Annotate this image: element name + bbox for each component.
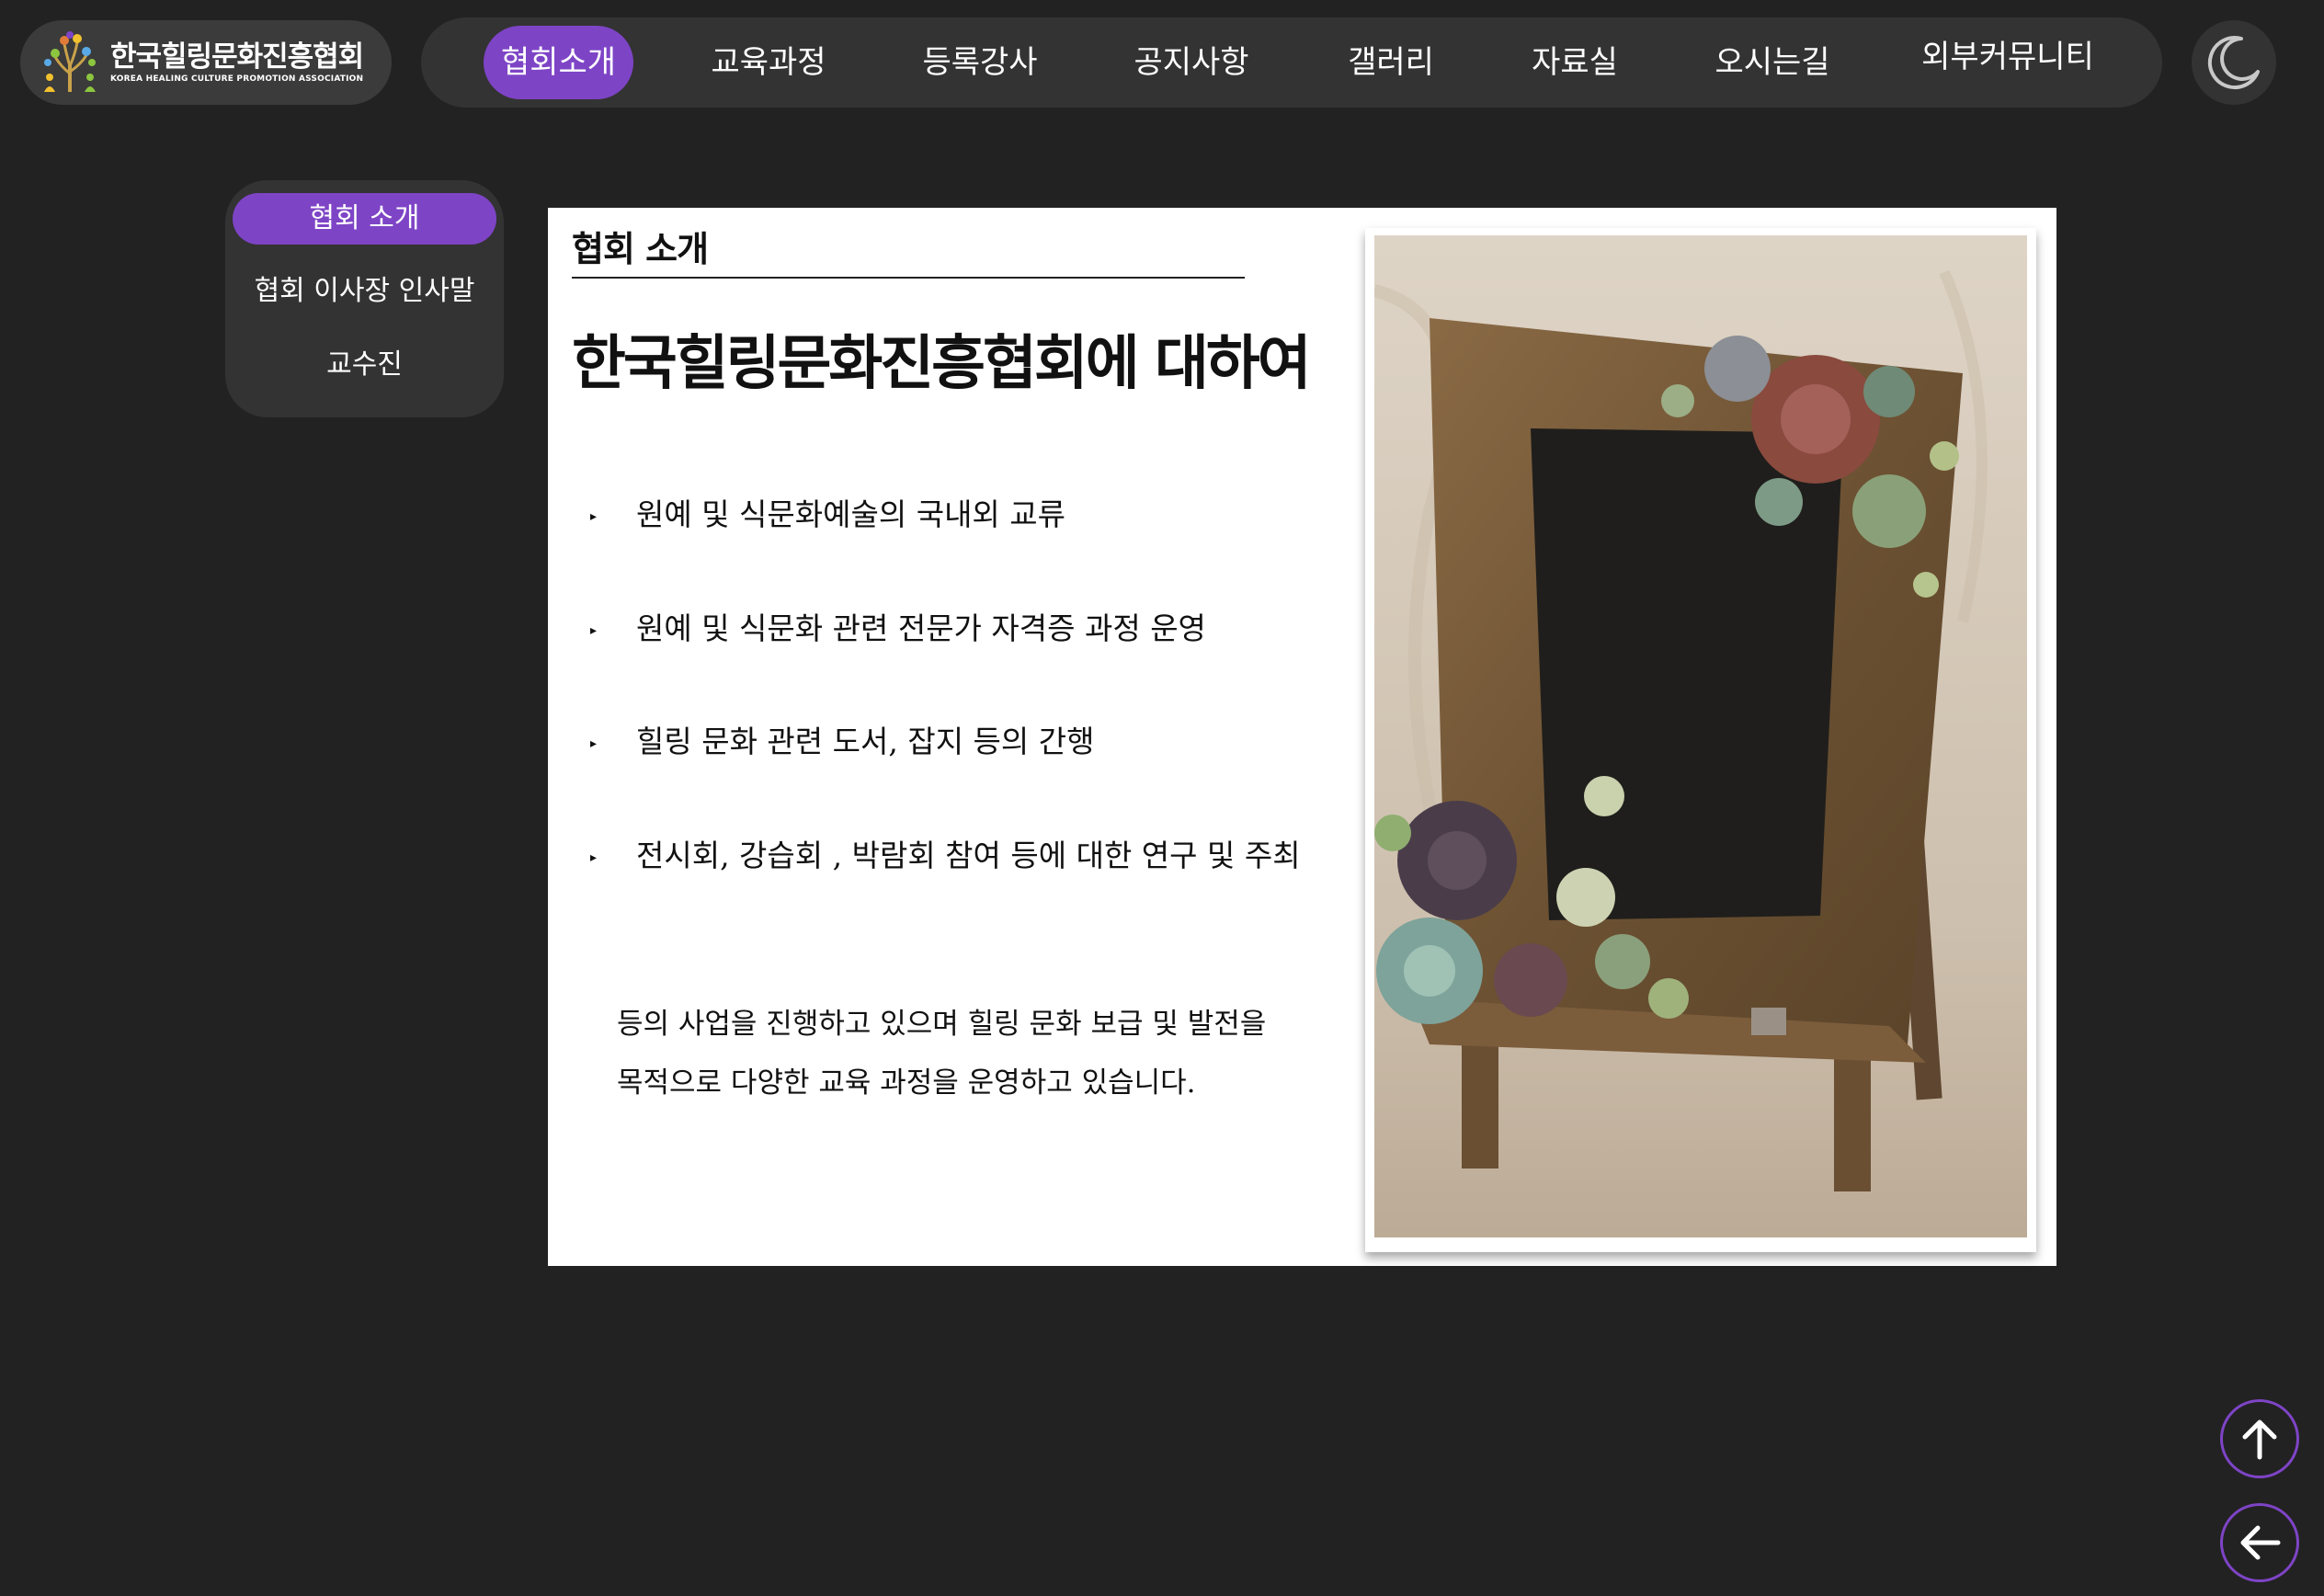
bullet-text: 원예 및 식문화예술의 국내외 교류 bbox=[636, 496, 1065, 532]
title-divider bbox=[572, 277, 1245, 279]
logo-text: 한국힐링문화진흥협회 KOREA HEALING CULTURE PROMOTI… bbox=[110, 40, 364, 85]
bullet-marker: ▸ bbox=[590, 850, 598, 865]
tree-people-icon bbox=[44, 31, 96, 92]
sidebar-item-about[interactable]: 협회 소개 bbox=[233, 193, 496, 245]
bullet-marker: ▸ bbox=[590, 623, 598, 638]
list-item: ▸ 원예 및 식문화 관련 전문가 자격증 과정 운영 bbox=[590, 604, 1206, 648]
section-title: 협회 소개 bbox=[572, 229, 709, 269]
bullet-text: 원예 및 식문화 관련 전문가 자격증 과정 운영 bbox=[636, 610, 1206, 646]
bullet-marker: ▸ bbox=[590, 736, 598, 751]
sidebar-item-faculty[interactable]: 교수진 bbox=[233, 339, 496, 391]
nav-item-instructors[interactable]: 등록강사 bbox=[906, 26, 1054, 99]
site-logo[interactable]: 한국힐링문화진흥협회 KOREA HEALING CULTURE PROMOTI… bbox=[20, 20, 392, 105]
scroll-top-button[interactable] bbox=[2220, 1399, 2299, 1478]
nav-item-community[interactable]: 외부커뮤니티 bbox=[1907, 20, 2109, 94]
nav-item-archive[interactable]: 자료실 bbox=[1515, 26, 1635, 99]
nav-item-notices[interactable]: 공지사항 bbox=[1118, 26, 1265, 99]
list-item: ▸ 원예 및 식문화예술의 국내외 교류 bbox=[590, 490, 1065, 534]
chalkboard-succulent-photo bbox=[1374, 235, 2027, 1237]
main-nav: 협회소개 교육과정 등록강사 공지사항 갤러리 자료실 오시는길 외부커뮤니티 bbox=[421, 17, 2162, 108]
sidebar-item-greeting[interactable]: 협회 이사장 인사말 bbox=[233, 266, 496, 317]
nav-item-gallery[interactable]: 갤러리 bbox=[1331, 26, 1451, 99]
photo-frame bbox=[1365, 228, 2036, 1252]
nav-item-about[interactable]: 협회소개 bbox=[484, 26, 633, 99]
back-button[interactable] bbox=[2220, 1503, 2299, 1582]
intro-paragraph: 등의 사업을 진행하고 있으며 힐링 문화 보급 및 발전을 목적으로 다양한 … bbox=[617, 995, 1266, 1112]
arrow-left-icon bbox=[2240, 1525, 2281, 1560]
bullet-marker: ▸ bbox=[590, 509, 598, 524]
paragraph-line: 등의 사업을 진행하고 있으며 힐링 문화 보급 및 발전을 bbox=[617, 1008, 1267, 1041]
list-item: ▸ 전시회, 강습회 , 박람회 참여 등에 대한 연구 및 주최 bbox=[590, 831, 1301, 875]
content-card: 협회 소개 한국힐링문화진흥협회에 대하여 ▸ 원예 및 식문화예술의 국내외 교… bbox=[548, 208, 2056, 1266]
sidebar: 협회 소개 협회 이사장 인사말 교수진 bbox=[225, 180, 504, 417]
nav-item-directions[interactable]: 오시는길 bbox=[1699, 26, 1846, 99]
bullet-text: 전시회, 강습회 , 박람회 참여 등에 대한 연구 및 주최 bbox=[636, 838, 1301, 873]
paragraph-line: 목적으로 다양한 교육 과정을 운영하고 있습니다. bbox=[617, 1066, 1196, 1100]
arrow-up-icon bbox=[2242, 1419, 2277, 1460]
nav-item-courses[interactable]: 교육과정 bbox=[695, 26, 842, 99]
list-item: ▸ 힐링 문화 관련 도서, 잡지 등의 간행 bbox=[590, 717, 1094, 761]
bullet-text: 힐링 문화 관련 도서, 잡지 등의 간행 bbox=[636, 724, 1095, 759]
logo-name-ko: 한국힐링문화진흥협회 bbox=[110, 40, 364, 74]
moon-icon bbox=[2207, 36, 2260, 89]
logo-name-en: KOREA HEALING CULTURE PROMOTION ASSOCIAT… bbox=[110, 74, 364, 84]
page-headline: 한국힐링문화진흥협회에 대하여 bbox=[572, 330, 1312, 398]
theme-toggle-button[interactable] bbox=[2192, 20, 2276, 105]
